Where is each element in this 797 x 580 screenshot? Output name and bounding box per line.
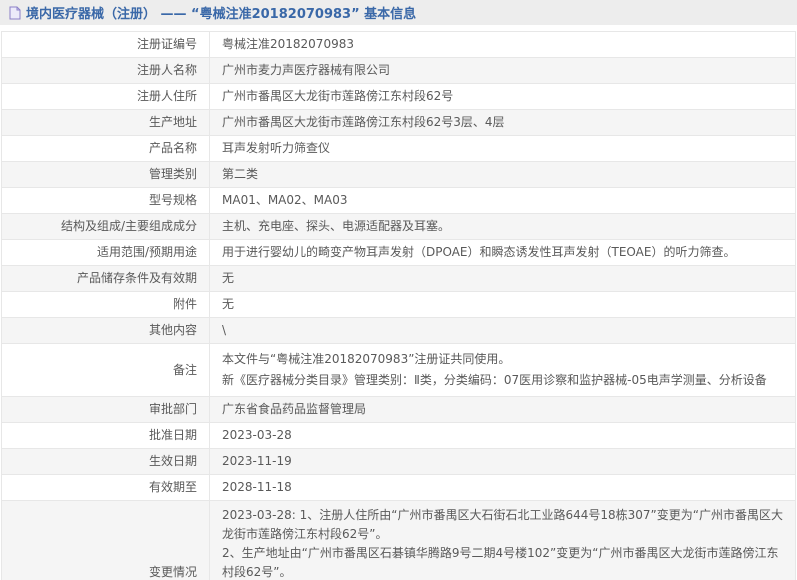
row-value-text: 无 — [222, 297, 234, 311]
row-label-text: 适用范围/预期用途 — [97, 245, 197, 259]
row-label: 管理类别 — [2, 162, 210, 188]
table-row: 产品储存条件及有效期 无 — [2, 266, 796, 292]
row-value: 广东省食品药品监督管理局 — [210, 397, 796, 423]
row-label-text: 结构及组成/主要组成成分 — [61, 219, 197, 233]
row-label-text: 注册证编号 — [137, 37, 197, 51]
row-label-text: 注册人名称 — [137, 63, 197, 77]
row-label-text: 型号规格 — [149, 193, 197, 207]
row-label: 变更情况 — [2, 501, 210, 580]
row-value-text: 本文件与“粤械注准20182070983”注册证共同使用。 新《医疗器械分类目录… — [222, 349, 783, 391]
row-value: 广州市麦力声医疗器械有限公司 — [210, 58, 796, 84]
row-value: 2023-11-19 — [210, 449, 796, 475]
row-label: 有效期至 — [2, 475, 210, 501]
table-row: 注册证编号 粤械注准20182070983 — [2, 32, 796, 58]
info-table: 注册证编号粤械注准20182070983注册人名称广州市麦力声医疗器械有限公司注… — [1, 31, 796, 580]
row-value-text: 用于进行婴幼儿的畸变产物耳声发射（DPOAE）和瞬态诱发性耳声发射（TEOAE）… — [222, 245, 735, 259]
table-row: 管理类别 第二类 — [2, 162, 796, 188]
row-label-text: 注册人住所 — [137, 89, 197, 103]
table-row: 批准日期 2023-03-28 — [2, 423, 796, 449]
table-row: 附件 无 — [2, 292, 796, 318]
table-row: 适用范围/预期用途 用于进行婴幼儿的畸变产物耳声发射（DPOAE）和瞬态诱发性耳声… — [2, 240, 796, 266]
info-table-body: 注册证编号粤械注准20182070983注册人名称广州市麦力声医疗器械有限公司注… — [2, 32, 796, 580]
row-value: 主机、充电座、探头、电源适配器及耳塞。 — [210, 214, 796, 240]
row-value: 第二类 — [210, 162, 796, 188]
row-label-text: 产品名称 — [149, 141, 197, 155]
row-label-text: 批准日期 — [149, 428, 197, 442]
table-row: 注册人名称 广州市麦力声医疗器械有限公司 — [2, 58, 796, 84]
table-row: 注册人住所 广州市番禺区大龙街市莲路傍江东村段62号 — [2, 84, 796, 110]
row-value: 无 — [210, 292, 796, 318]
table-row: 型号规格 MA01、MA02、MA03 — [2, 188, 796, 214]
document-icon — [9, 6, 21, 20]
row-value: 本文件与“粤械注准20182070983”注册证共同使用。 新《医疗器械分类目录… — [210, 344, 796, 397]
row-label: 注册人名称 — [2, 58, 210, 84]
row-label: 注册人住所 — [2, 84, 210, 110]
table-row: 有效期至 2028-11-18 — [2, 475, 796, 501]
row-value-text: 粤械注准20182070983 — [222, 37, 354, 51]
row-value-text: 广州市麦力声医疗器械有限公司 — [222, 63, 390, 77]
row-label: 适用范围/预期用途 — [2, 240, 210, 266]
row-value-text: 2028-11-18 — [222, 480, 292, 494]
row-label: 产品名称 — [2, 136, 210, 162]
table-row: 生产地址 广州市番禺区大龙街市莲路傍江东村段62号3层、4层 — [2, 110, 796, 136]
row-value-text: 主机、充电座、探头、电源适配器及耳塞。 — [222, 219, 450, 233]
row-value-text: 2023-11-19 — [222, 454, 292, 468]
change-record-paragraph: 2、生产地址由“广州市番禺区石碁镇华腾路9号二期4号楼102”变更为“广州市番禺… — [222, 544, 783, 580]
row-value: 广州市番禺区大龙街市莲路傍江东村段62号3层、4层 — [210, 110, 796, 136]
header-bar: 境内医疗器械（注册） —— “粤械注准20182070983” 基本信息 — [0, 0, 797, 25]
page-title: 境内医疗器械（注册） —— “粤械注准20182070983” 基本信息 — [26, 3, 416, 22]
row-value-text: \ — [222, 323, 226, 337]
row-label: 生产地址 — [2, 110, 210, 136]
row-label: 审批部门 — [2, 397, 210, 423]
row-label-text: 审批部门 — [149, 402, 197, 416]
row-label: 批准日期 — [2, 423, 210, 449]
row-value-text: 广东省食品药品监督管理局 — [222, 402, 366, 416]
row-label: 型号规格 — [2, 188, 210, 214]
table-row: 生效日期 2023-11-19 — [2, 449, 796, 475]
row-label: 产品储存条件及有效期 — [2, 266, 210, 292]
row-value-text: 无 — [222, 271, 234, 285]
row-value-text: 2023-03-28 — [222, 428, 292, 442]
row-value-text: 第二类 — [222, 167, 258, 181]
row-value: 2023-03-28 — [210, 423, 796, 449]
row-label: 生效日期 — [2, 449, 210, 475]
row-value-text: 广州市番禺区大龙街市莲路傍江东村段62号 — [222, 89, 453, 103]
row-value: MA01、MA02、MA03 — [210, 188, 796, 214]
row-label-text: 产品储存条件及有效期 — [77, 271, 197, 285]
change-record-paragraph: 2023-03-28: 1、注册人住所由“广州市番禺区大石街石北工业路644号1… — [222, 506, 783, 544]
row-label-text: 其他内容 — [149, 323, 197, 337]
row-label-text: 生产地址 — [149, 115, 197, 129]
row-value-text: MA01、MA02、MA03 — [222, 193, 348, 207]
row-label-text: 附件 — [173, 297, 197, 311]
row-value-text: 广州市番禺区大龙街市莲路傍江东村段62号3层、4层 — [222, 115, 505, 129]
row-value: 2023-03-28: 1、注册人住所由“广州市番禺区大石街石北工业路644号1… — [210, 501, 796, 580]
row-label: 备注 — [2, 344, 210, 397]
row-label: 结构及组成/主要组成成分 — [2, 214, 210, 240]
row-value: \ — [210, 318, 796, 344]
row-label: 注册证编号 — [2, 32, 210, 58]
row-value: 粤械注准20182070983 — [210, 32, 796, 58]
table-row: 变更情况 2023-03-28: 1、注册人住所由“广州市番禺区大石街石北工业路6… — [2, 501, 796, 580]
row-value: 广州市番禺区大龙街市莲路傍江东村段62号 — [210, 84, 796, 110]
row-value: 耳声发射听力筛查仪 — [210, 136, 796, 162]
table-row: 审批部门 广东省食品药品监督管理局 — [2, 397, 796, 423]
row-value: 无 — [210, 266, 796, 292]
table-row: 备注 本文件与“粤械注准20182070983”注册证共同使用。 新《医疗器械分类… — [2, 344, 796, 397]
row-label: 附件 — [2, 292, 210, 318]
row-label-text: 有效期至 — [149, 480, 197, 494]
table-row: 其他内容 \ — [2, 318, 796, 344]
row-value-text: 耳声发射听力筛查仪 — [222, 141, 330, 155]
table-row: 产品名称 耳声发射听力筛查仪 — [2, 136, 796, 162]
row-label-text: 生效日期 — [149, 454, 197, 468]
table-row: 结构及组成/主要组成成分 主机、充电座、探头、电源适配器及耳塞。 — [2, 214, 796, 240]
row-value: 2028-11-18 — [210, 475, 796, 501]
row-value: 用于进行婴幼儿的畸变产物耳声发射（DPOAE）和瞬态诱发性耳声发射（TEOAE）… — [210, 240, 796, 266]
row-label: 其他内容 — [2, 318, 210, 344]
row-label-text: 备注 — [173, 363, 197, 377]
row-label-text: 管理类别 — [149, 167, 197, 181]
row-label-text: 变更情况 — [149, 565, 197, 579]
